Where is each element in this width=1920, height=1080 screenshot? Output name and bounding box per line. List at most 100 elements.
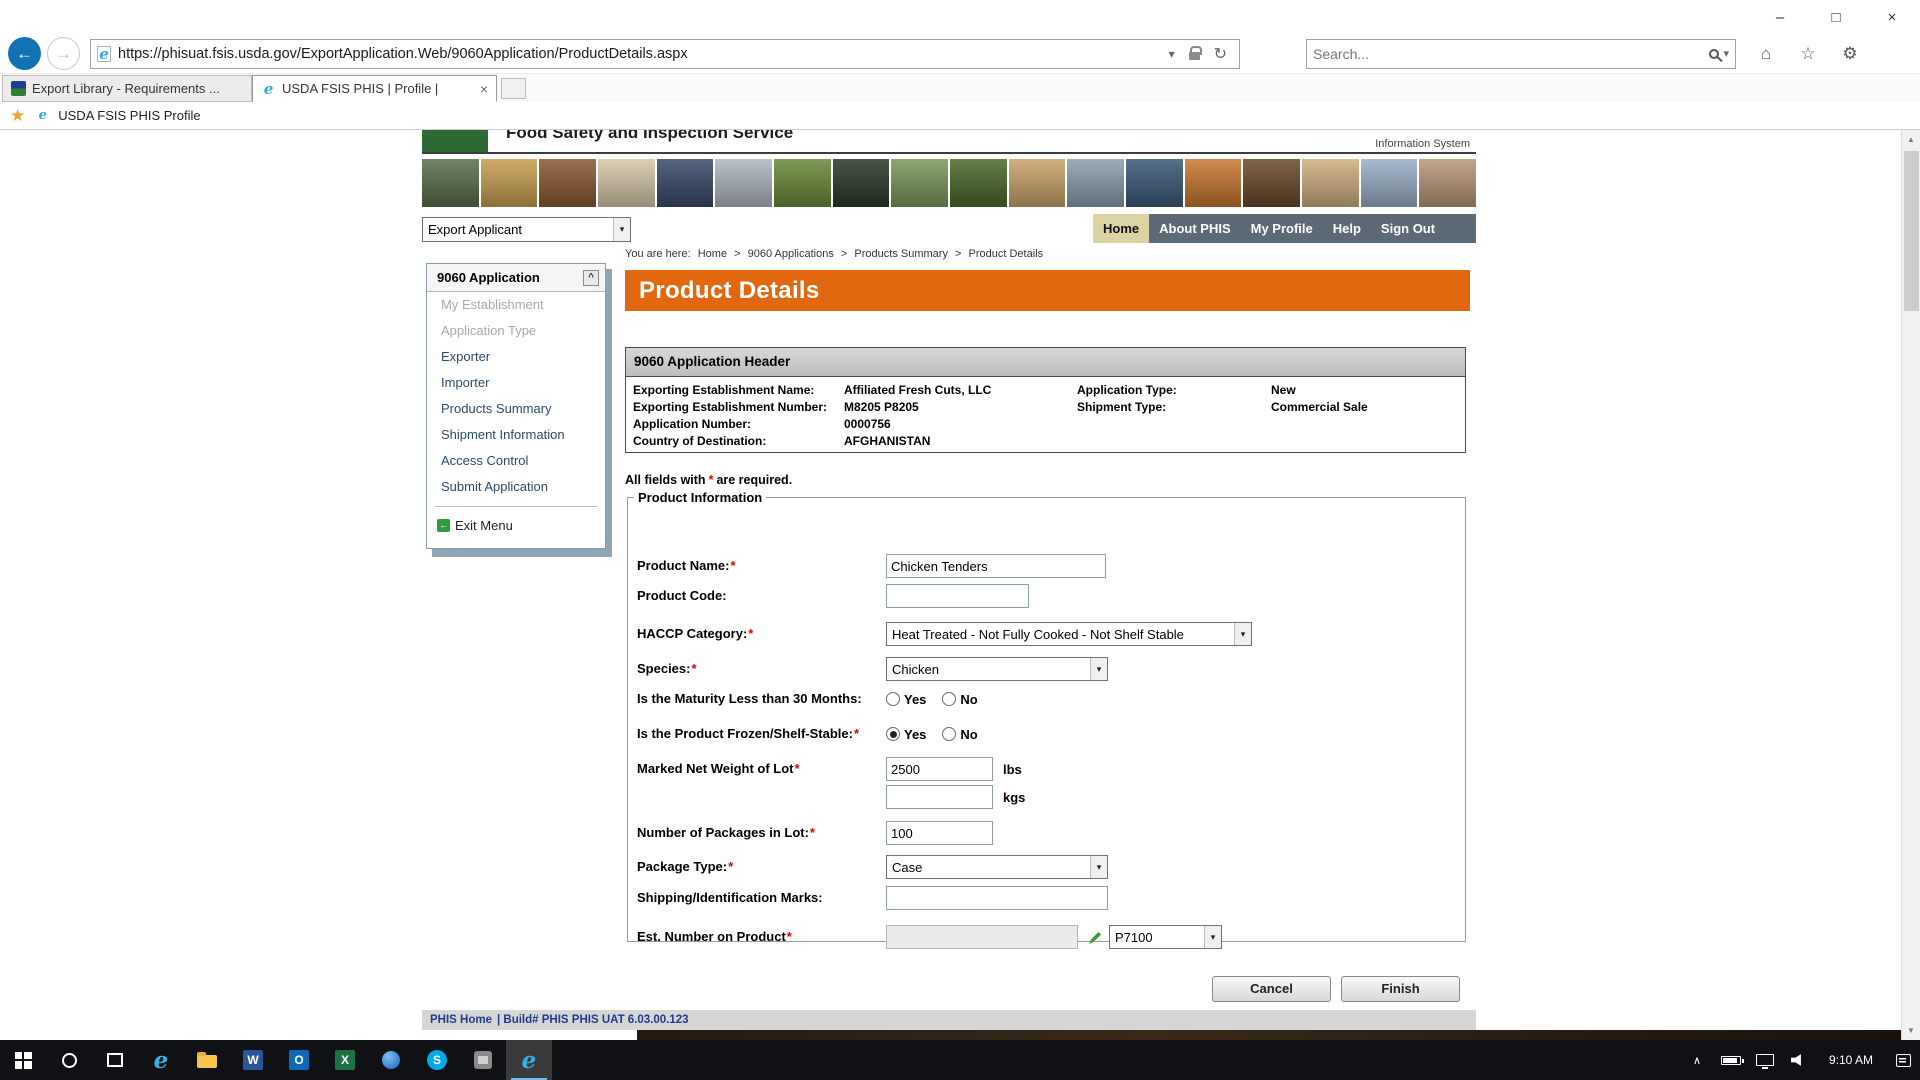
- scroll-up-arrow[interactable]: ▲: [1902, 130, 1920, 149]
- sidebar-exit-menu[interactable]: ← Exit Menu: [427, 513, 605, 537]
- minimize-button[interactable]: –: [1752, 0, 1808, 34]
- sidebar-item-products-summary[interactable]: Products Summary: [427, 396, 605, 422]
- breadcrumb-separator: >: [955, 248, 961, 260]
- banner-photo: [774, 159, 831, 207]
- taskbar-file-explorer[interactable]: [184, 1040, 230, 1080]
- tab-usda-fsis-phis[interactable]: e USDA FSIS PHIS | Profile | ×: [252, 75, 497, 102]
- form-row-packages: Number of Packages in Lot:*: [628, 821, 1465, 845]
- product-code-input[interactable]: [886, 584, 1029, 608]
- taskbar-skype[interactable]: S: [414, 1040, 460, 1080]
- start-button[interactable]: [0, 1040, 46, 1080]
- settings-icon[interactable]: ⚙: [1838, 44, 1862, 64]
- edit-icon[interactable]: [1088, 930, 1103, 945]
- nav-home[interactable]: Home: [1093, 214, 1149, 243]
- breadcrumb-products-summary[interactable]: Products Summary: [854, 248, 948, 260]
- favorites-icon[interactable]: ☆: [1796, 44, 1820, 64]
- taskbar: e W O X S e ∧ 9:10 AM: [0, 1040, 1920, 1080]
- taskbar-internet-explorer-active[interactable]: e: [506, 1040, 552, 1080]
- back-button[interactable]: ←: [8, 37, 41, 70]
- haccp-value: Heat Treated - Not Fully Cooked - Not Sh…: [887, 627, 1234, 642]
- search-dropdown-icon[interactable]: ▾: [1723, 47, 1729, 60]
- phis-home-link[interactable]: PHIS Home: [430, 1014, 492, 1026]
- vertical-scrollbar[interactable]: ▲ ▼: [1901, 130, 1920, 1040]
- frozen-no-radio[interactable]: [942, 727, 956, 741]
- scroll-down-arrow[interactable]: ▼: [1902, 1021, 1920, 1040]
- new-tab-button[interactable]: [501, 78, 526, 99]
- banner-right-text: Information System: [1375, 138, 1470, 150]
- task-view-button[interactable]: [92, 1040, 138, 1080]
- search-taskbar-button[interactable]: [46, 1040, 92, 1080]
- fieldset-legend: Product Information: [634, 490, 766, 505]
- tray-chevron[interactable]: ∧: [1680, 1040, 1714, 1080]
- export-applicant-select[interactable]: Export Applicant ▾: [422, 217, 631, 242]
- field-label: Application Number:: [633, 417, 751, 431]
- packages-input[interactable]: [886, 821, 993, 845]
- address-bar[interactable]: e https://phisuat.fsis.usda.gov/ExportAp…: [90, 39, 1240, 69]
- taskbar-word[interactable]: W: [230, 1040, 276, 1080]
- chevron-down-icon: ▾: [1090, 856, 1107, 878]
- cancel-button[interactable]: Cancel: [1212, 976, 1331, 1002]
- nav-my-profile[interactable]: My Profile: [1241, 214, 1323, 243]
- photo-strip: [422, 159, 1476, 207]
- exit-icon: ←: [437, 519, 450, 532]
- volume-indicator[interactable]: [1782, 1040, 1816, 1080]
- weight-kgs-input[interactable]: [886, 785, 993, 809]
- action-center-button[interactable]: [1886, 1040, 1920, 1080]
- est-number-select[interactable]: P7100 ▾: [1109, 925, 1222, 949]
- collapse-button[interactable]: ^: [583, 270, 599, 286]
- favorites-star-icon[interactable]: ★: [10, 106, 25, 126]
- breadcrumb-9060-applications[interactable]: 9060 Applications: [748, 248, 834, 260]
- taskbar-blue-app[interactable]: [368, 1040, 414, 1080]
- site-footer: PHIS Home| Build# PHIS PHIS UAT 6.03.00.…: [422, 1010, 1476, 1030]
- scrollbar-thumb[interactable]: [1904, 151, 1919, 311]
- nav-about-phis[interactable]: About PHIS: [1149, 214, 1241, 243]
- search-input[interactable]: [1313, 46, 1705, 62]
- taskbar-excel[interactable]: X: [322, 1040, 368, 1080]
- sidebar-item-access-control[interactable]: Access Control: [427, 448, 605, 474]
- screen: – □ × ← → e https://phisuat.fsis.usda.go…: [0, 0, 1920, 1080]
- tab-export-library[interactable]: Export Library - Requirements ...: [2, 75, 252, 102]
- url-dropdown-icon[interactable]: ▾: [1163, 47, 1181, 61]
- forward-button[interactable]: →: [47, 37, 80, 70]
- weight-lbs-input[interactable]: [886, 757, 993, 781]
- sidebar-item-exporter[interactable]: Exporter: [427, 344, 605, 370]
- taskbar-outlook[interactable]: O: [276, 1040, 322, 1080]
- search-box[interactable]: ▾: [1306, 39, 1736, 69]
- sidebar-item-importer[interactable]: Importer: [427, 370, 605, 396]
- haccp-category-select[interactable]: Heat Treated - Not Fully Cooked - Not Sh…: [886, 622, 1252, 646]
- maturity-yes-radio[interactable]: [886, 692, 900, 706]
- monitor-icon: [1756, 1054, 1774, 1066]
- refresh-button[interactable]: ↻: [1208, 44, 1233, 64]
- breadcrumb-separator: >: [841, 248, 847, 260]
- radio-label: Yes: [904, 692, 926, 707]
- frozen-yes-radio[interactable]: [886, 727, 900, 741]
- sidebar-item-shipment-information[interactable]: Shipment Information: [427, 422, 605, 448]
- clock[interactable]: 9:10 AM: [1816, 1040, 1886, 1080]
- finish-button[interactable]: Finish: [1341, 976, 1460, 1002]
- shipping-marks-input[interactable]: [886, 886, 1108, 910]
- favorites-bar-item[interactable]: USDA FSIS PHIS Profile: [58, 108, 200, 123]
- species-select[interactable]: Chicken ▾: [886, 657, 1108, 681]
- close-button[interactable]: ×: [1864, 0, 1920, 34]
- sidebar-title: 9060 Application: [437, 270, 540, 285]
- sidebar-item-submit-application[interactable]: Submit Application: [427, 474, 605, 500]
- taskbar-internet-explorer[interactable]: e: [138, 1040, 184, 1080]
- breadcrumb-home[interactable]: Home: [698, 248, 727, 260]
- taskbar-gray-app[interactable]: [460, 1040, 506, 1080]
- product-name-input[interactable]: [886, 554, 1106, 578]
- home-icon[interactable]: ⌂: [1754, 44, 1778, 64]
- nav-sign-out[interactable]: Sign Out: [1371, 214, 1445, 243]
- maximize-button[interactable]: □: [1808, 0, 1864, 34]
- window-controls: – □ ×: [1752, 0, 1920, 34]
- battery-indicator[interactable]: [1714, 1040, 1748, 1080]
- nav-help[interactable]: Help: [1323, 214, 1371, 243]
- package-type-select[interactable]: Case ▾: [886, 855, 1108, 879]
- search-icon[interactable]: [1709, 49, 1719, 59]
- banner-photo: [1243, 159, 1300, 207]
- maturity-no-radio[interactable]: [942, 692, 956, 706]
- url-text[interactable]: https://phisuat.fsis.usda.gov/ExportAppl…: [118, 46, 1163, 62]
- breadcrumb-separator: >: [734, 248, 740, 260]
- export-applicant-value: Export Applicant: [423, 222, 613, 237]
- tab-close-button[interactable]: ×: [480, 81, 488, 97]
- display-indicator[interactable]: [1748, 1040, 1782, 1080]
